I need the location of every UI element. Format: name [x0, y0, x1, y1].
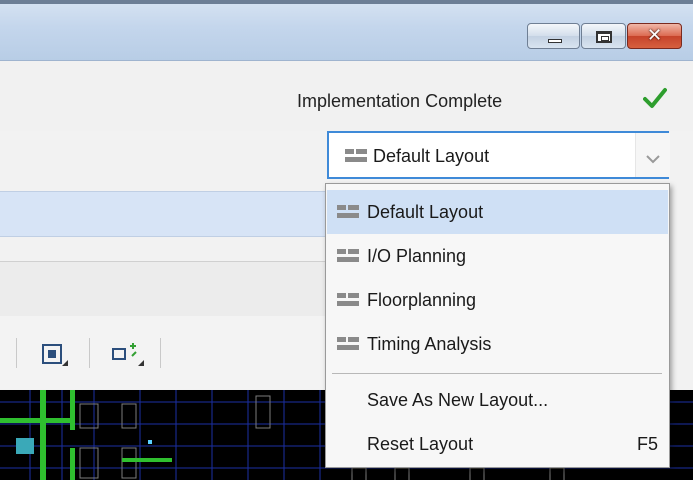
menu-item-label: Floorplanning — [367, 290, 477, 310]
layout-select[interactable]: Default Layout — [327, 131, 670, 179]
auto-fit-icon[interactable] — [110, 342, 146, 370]
menu-item-label: I/O Planning — [367, 246, 467, 266]
status-bar: Implementation Complete — [0, 61, 693, 131]
minimize-icon — [548, 39, 562, 43]
menu-item-label: Reset Layout — [367, 434, 474, 454]
layout-select-arrow[interactable] — [635, 133, 670, 177]
menu-item-reset-layout[interactable]: Reset Layout F5 — [327, 422, 668, 466]
menu-item-default-layout[interactable]: Default Layout — [327, 190, 668, 234]
layout-icon — [345, 149, 367, 162]
window-title-bar: ✕ — [0, 0, 693, 61]
menu-item-save-as-new-layout[interactable]: Save As New Layout... — [327, 378, 668, 422]
checkmark-icon — [643, 88, 667, 108]
maximize-button[interactable] — [581, 23, 626, 49]
menu-item-label: Timing Analysis — [367, 334, 492, 354]
toolbar-separator — [16, 338, 17, 368]
panel-header — [0, 261, 327, 317]
minimize-button[interactable] — [527, 23, 580, 49]
menu-separator — [332, 373, 662, 374]
menu-item-floorplanning[interactable]: Floorplanning — [327, 278, 668, 322]
layout-icon — [337, 205, 359, 218]
selected-panel-row — [0, 191, 327, 237]
layout-select-value: Default Layout — [373, 146, 490, 166]
close-button[interactable]: ✕ — [627, 23, 682, 49]
menu-item-label: Save As New Layout... — [367, 390, 549, 410]
menu-item-io-planning[interactable]: I/O Planning — [327, 234, 668, 278]
chevron-down-icon — [646, 149, 660, 169]
device-toolbar — [0, 316, 327, 389]
layout-icon — [337, 337, 359, 350]
toolbar-separator — [160, 338, 161, 368]
close-icon: ✕ — [646, 25, 663, 46]
layout-dropdown-menu: Default Layout I/O Planning Floorplannin… — [325, 183, 670, 468]
toolbar-separator — [89, 338, 90, 368]
status-text: Implementation Complete — [297, 91, 503, 111]
shortcut-label: F5 — [636, 434, 658, 454]
menu-item-label: Default Layout — [367, 202, 484, 222]
maximize-icon — [596, 31, 612, 43]
layout-icon — [337, 249, 359, 262]
fit-selection-icon[interactable] — [40, 342, 68, 370]
menu-item-timing-analysis[interactable]: Timing Analysis — [327, 322, 668, 366]
layout-icon — [337, 293, 359, 306]
